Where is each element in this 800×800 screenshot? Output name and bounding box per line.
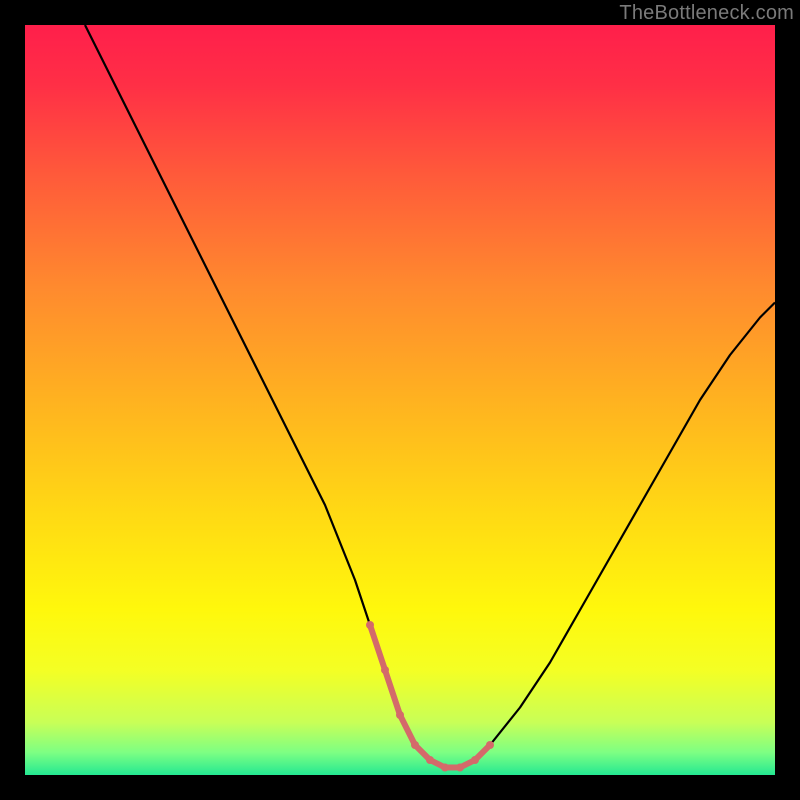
chart-frame: TheBottleneck.com bbox=[0, 0, 800, 800]
well-node bbox=[381, 666, 389, 674]
well-node bbox=[411, 741, 419, 749]
watermark-text: TheBottleneck.com bbox=[619, 2, 794, 25]
well-highlight bbox=[370, 625, 490, 768]
well-node bbox=[471, 756, 479, 764]
bottleneck-curve bbox=[85, 25, 775, 768]
well-node bbox=[456, 764, 464, 772]
plot-area bbox=[25, 25, 775, 775]
well-node bbox=[486, 741, 494, 749]
curve-svg bbox=[25, 25, 775, 775]
well-node bbox=[366, 621, 374, 629]
well-nodes bbox=[366, 621, 494, 772]
well-node bbox=[441, 764, 449, 772]
well-node bbox=[396, 711, 404, 719]
well-node bbox=[426, 756, 434, 764]
